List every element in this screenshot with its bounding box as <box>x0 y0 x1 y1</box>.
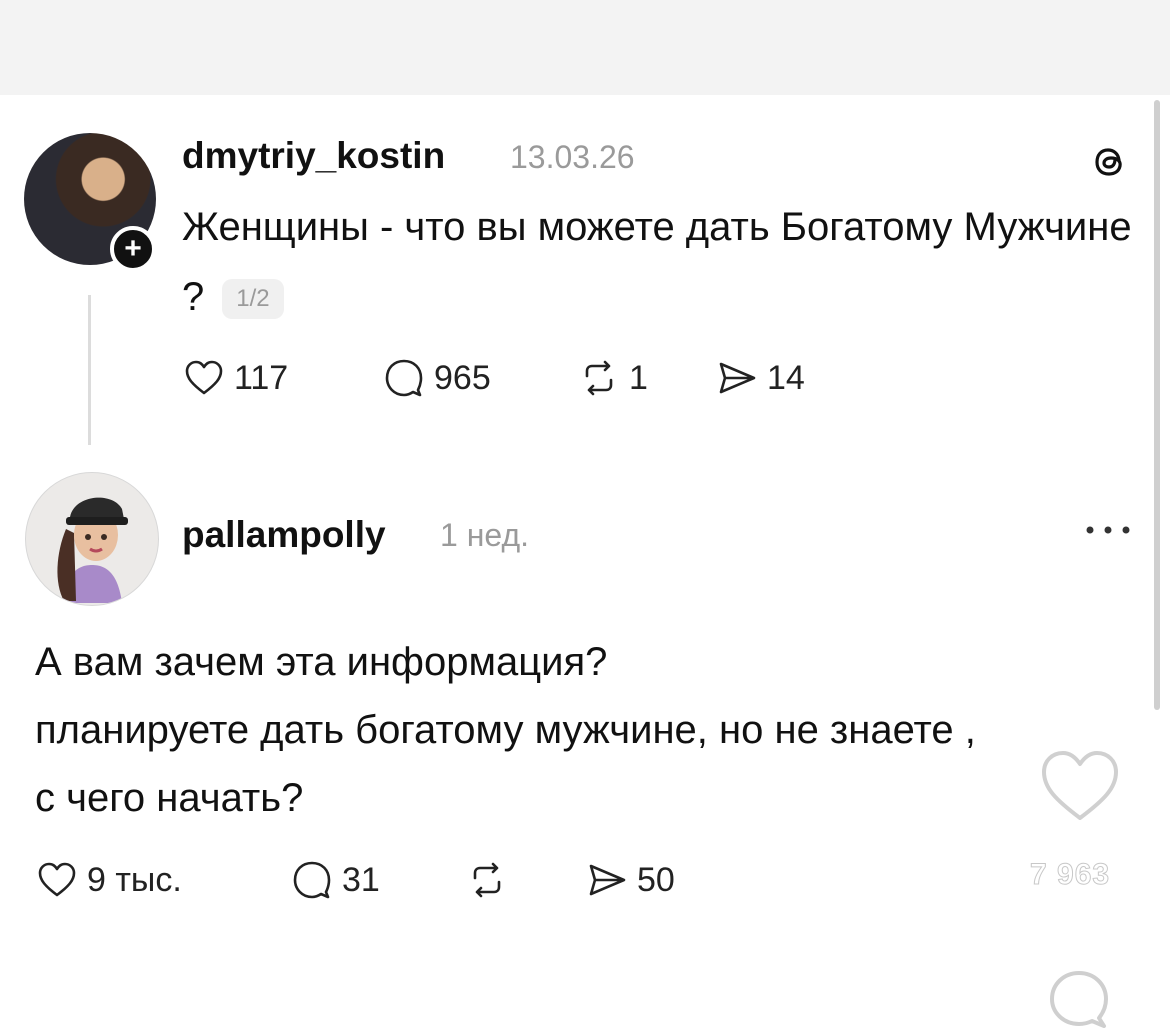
comment-button[interactable]: 965 <box>382 356 577 400</box>
overlay-heart-icon[interactable] <box>1038 748 1122 824</box>
page-indicator[interactable]: 1/2 <box>222 279 284 320</box>
post-body: Женщины - что вы можете дать Богатому Му… <box>182 205 1132 319</box>
reply-text: А вам зачем эта информация? планируете д… <box>35 628 1135 832</box>
reply-share-count: 50 <box>637 860 675 899</box>
like-button[interactable]: 117 <box>182 356 382 400</box>
reply-author-avatar[interactable] <box>25 472 159 606</box>
reply-time: 1 нед. <box>440 517 530 553</box>
author-username[interactable]: dmytriy_kostin <box>182 135 445 177</box>
reply-actions: 9 тыс. 31 50 <box>35 858 675 902</box>
heart-icon <box>185 360 223 395</box>
reply-line: с чего начать? <box>35 776 304 820</box>
post-text: Женщины - что вы можете дать Богатому Му… <box>182 192 1142 332</box>
doll-avatar-image <box>57 497 128 603</box>
send-icon <box>719 362 756 394</box>
send-icon <box>589 864 626 896</box>
overlay-like-count: 7 963 <box>1029 858 1111 892</box>
comment-bubble-icon <box>293 861 331 899</box>
comment-bubble-icon <box>385 359 423 397</box>
scrollbar[interactable] <box>1154 100 1160 710</box>
reply-like-button[interactable]: 9 тыс. <box>35 858 290 902</box>
reply-like-count: 9 тыс. <box>87 860 182 899</box>
thread-connector-line <box>88 295 91 445</box>
reply-share-button[interactable]: 50 <box>585 858 675 902</box>
reply-line: А вам зачем эта информация? <box>35 640 608 684</box>
repost-icon <box>585 360 613 396</box>
share-count: 14 <box>767 358 805 397</box>
post-date: 13.03.26 <box>510 139 635 175</box>
overlay-comment-icon[interactable] <box>1044 968 1114 1028</box>
comment-count: 965 <box>434 358 491 397</box>
reply-comment-button[interactable]: 31 <box>290 858 465 902</box>
post-actions: 117 965 1 14 <box>182 356 805 400</box>
repost-count: 1 <box>629 358 648 397</box>
more-options-icon[interactable] <box>1082 520 1134 540</box>
repost-button[interactable]: 1 <box>577 356 715 400</box>
follow-plus-icon[interactable]: + <box>110 226 156 272</box>
heart-icon <box>38 862 76 897</box>
top-bar <box>0 0 1170 95</box>
threads-logo-icon <box>1095 148 1122 176</box>
reply-username[interactable]: pallampolly <box>182 514 386 556</box>
repost-icon <box>473 862 501 898</box>
reply-repost-button[interactable] <box>465 858 585 902</box>
like-count: 117 <box>234 358 289 397</box>
share-button[interactable]: 14 <box>715 356 805 400</box>
reply-comment-count: 31 <box>342 860 380 899</box>
reply-line: планируете дать богатому мужчине, но не … <box>35 708 976 752</box>
